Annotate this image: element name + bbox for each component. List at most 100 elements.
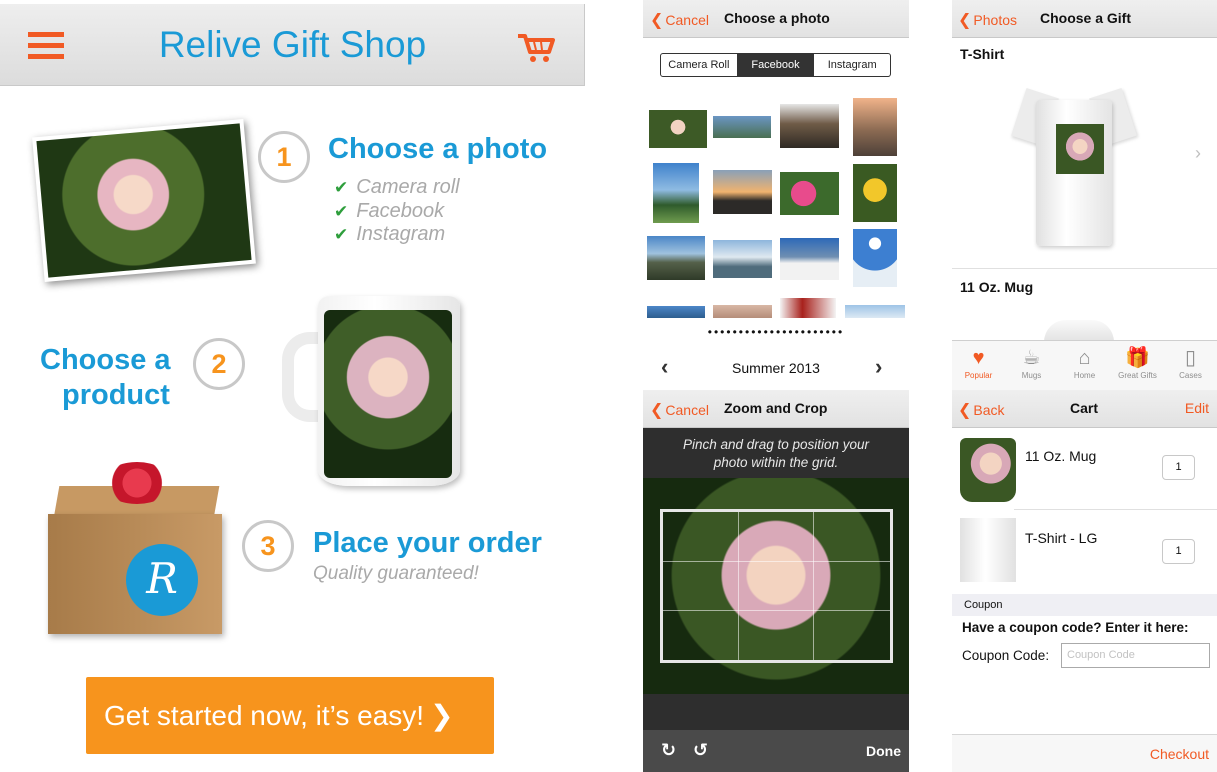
checkmark-icon: ✔ <box>334 178 349 197</box>
option-instagram: ✔ Instagram <box>334 223 445 246</box>
chevron-left-icon: ❮ <box>650 402 664 419</box>
photo-thumbnail[interactable] <box>780 238 839 280</box>
option-label: Instagram <box>356 223 446 245</box>
zoom-crop-instructions: Pinch and drag to position your photo wi… <box>643 436 909 472</box>
tab-great-gifts[interactable]: 🎁 Great Gifts <box>1111 341 1164 390</box>
chevron-right-icon: ❯ <box>430 700 454 731</box>
phone-case-icon: ▯ <box>1184 347 1196 369</box>
mug-image[interactable] <box>1044 320 1114 342</box>
crop-grid[interactable] <box>660 509 893 663</box>
step-2-title-line2: product <box>62 379 170 411</box>
checkout-button[interactable]: Checkout <box>1150 746 1209 762</box>
bow-icon <box>102 462 172 504</box>
tab-home[interactable]: ⌂ Home <box>1058 341 1111 390</box>
mug-icon: ☕ <box>1022 347 1041 369</box>
cancel-label: Cancel <box>665 12 709 28</box>
coupon-prompt: Have a coupon code? Enter it here: <box>962 620 1189 635</box>
tab-label: Cases <box>1179 371 1202 380</box>
cta-label: Get started now, it’s easy! <box>104 700 425 731</box>
tab-label: Home <box>1073 371 1096 380</box>
tab-popular[interactable]: ♥ Popular <box>952 341 1005 390</box>
hint-line: Pinch and drag to position your <box>682 437 870 452</box>
back-label: Back <box>973 402 1005 418</box>
divider <box>952 268 1217 269</box>
cancel-button[interactable]: ❮ Cancel <box>650 10 709 30</box>
option-facebook: ✔ Facebook <box>334 200 444 223</box>
choose-gift-screen: ❮ Photos Choose a Gift T-Shirt › 11 Oz. M… <box>952 0 1217 390</box>
segment-facebook[interactable]: Facebook <box>737 54 815 76</box>
screen-title: Cart <box>1070 400 1099 416</box>
shopping-cart-icon[interactable] <box>516 32 556 64</box>
checkout-bar: Checkout <box>952 734 1217 772</box>
edit-button[interactable]: Edit <box>1185 400 1209 416</box>
tab-label: Great Gifts <box>1118 371 1157 380</box>
photo-thumbnail[interactable] <box>713 240 772 278</box>
segment-instagram[interactable]: Instagram <box>814 54 890 76</box>
gift-item-mug[interactable]: 11 Oz. Mug <box>960 279 1033 295</box>
nav-bar: ❮ Photos Choose a Gift <box>952 0 1217 38</box>
back-label: Photos <box>973 12 1017 28</box>
sample-photo-print <box>32 119 256 282</box>
cart-row[interactable]: T-Shirt - LG 1 <box>952 510 1217 596</box>
tab-label: Popular <box>964 371 993 380</box>
photo-thumbnail[interactable] <box>780 298 836 318</box>
step-1-badge: 1 <box>258 131 310 183</box>
nav-bar: ❮ Cancel Choose a photo <box>643 0 909 38</box>
app-header: Relive Gift Shop <box>0 4 585 86</box>
crop-toolbar: ↻ ↺ Done <box>643 730 909 772</box>
cancel-label: Cancel <box>665 402 709 418</box>
photo-thumbnail[interactable] <box>647 236 705 280</box>
choose-photo-screen: ❮ Cancel Choose a photo Camera Roll Faceb… <box>643 0 909 390</box>
rotate-right-icon[interactable]: ↻ <box>661 740 676 761</box>
chevron-left-icon: ❮ <box>650 12 664 29</box>
photo-thumbnail[interactable] <box>647 306 705 318</box>
segment-camera-roll[interactable]: Camera Roll <box>661 54 738 76</box>
heart-icon: ♥ <box>972 347 985 369</box>
rotate-left-icon[interactable]: ↺ <box>693 740 708 761</box>
photo-thumbnail[interactable] <box>713 170 772 214</box>
coupon-section-header: Coupon <box>952 594 1217 616</box>
tab-mugs[interactable]: ☕ Mugs <box>1005 341 1058 390</box>
photo-thumbnail[interactable] <box>853 98 897 156</box>
back-button[interactable]: ❮ Back <box>958 400 1005 420</box>
tshirt-thumbnail <box>960 518 1016 582</box>
photo-thumbnail[interactable] <box>649 110 707 148</box>
photo-thumbnail[interactable] <box>713 116 771 138</box>
photo-thumbnail[interactable] <box>853 164 897 222</box>
app-title: Relive Gift Shop <box>158 24 427 65</box>
chevron-right-icon[interactable]: › <box>1195 143 1201 164</box>
gift-item-tshirt[interactable]: T-Shirt <box>960 46 1004 62</box>
cancel-button[interactable]: ❮ Cancel <box>650 400 709 420</box>
option-label: Facebook <box>356 200 445 222</box>
page-dots: •••••••••••••••••••••• <box>707 325 845 335</box>
step-2-title-line1: Choose a <box>40 344 171 376</box>
photo-thumbnail[interactable] <box>780 172 839 215</box>
get-started-button[interactable]: Get started now, it’s easy! ❯ <box>86 677 494 754</box>
cart-screen: ❮ Back Cart Edit 11 Oz. Mug 1 T-Shirt - L… <box>952 390 1217 772</box>
next-album-icon[interactable]: › <box>875 354 882 380</box>
photo-thumbnail[interactable] <box>713 305 772 318</box>
photo-thumbnail[interactable] <box>845 305 905 318</box>
tab-label: Mugs <box>1021 371 1042 380</box>
screen-title: Zoom and Crop <box>724 400 828 416</box>
checkmark-icon: ✔ <box>334 202 349 221</box>
done-button[interactable]: Done <box>866 743 901 759</box>
album-pager: ‹ Summer 2013 › <box>643 350 909 386</box>
checkmark-icon: ✔ <box>334 225 349 244</box>
cart-item-name: 11 Oz. Mug <box>1025 448 1097 464</box>
photo-thumbnail[interactable] <box>653 163 699 223</box>
coupon-code-label: Coupon Code: <box>962 648 1050 663</box>
quantity-field[interactable]: 1 <box>1162 455 1195 480</box>
photo-thumbnail[interactable] <box>853 229 897 287</box>
tshirt-image[interactable] <box>1011 86 1137 246</box>
coupon-code-input[interactable]: Coupon Code <box>1061 643 1210 668</box>
quantity-field[interactable]: 1 <box>1162 539 1195 564</box>
cart-row[interactable]: 11 Oz. Mug 1 <box>952 430 1217 516</box>
mug-thumbnail <box>960 438 1016 502</box>
zoom-crop-screen: ❮ Cancel Zoom and Crop Pinch and drag to … <box>643 390 909 772</box>
photo-thumbnail[interactable] <box>780 104 839 148</box>
photos-back-button[interactable]: ❮ Photos <box>958 10 1017 30</box>
tab-cases[interactable]: ▯ Cases <box>1164 341 1217 390</box>
gift-icon: 🎁 <box>1125 347 1150 369</box>
nav-bar: ❮ Back Cart Edit <box>952 390 1217 428</box>
